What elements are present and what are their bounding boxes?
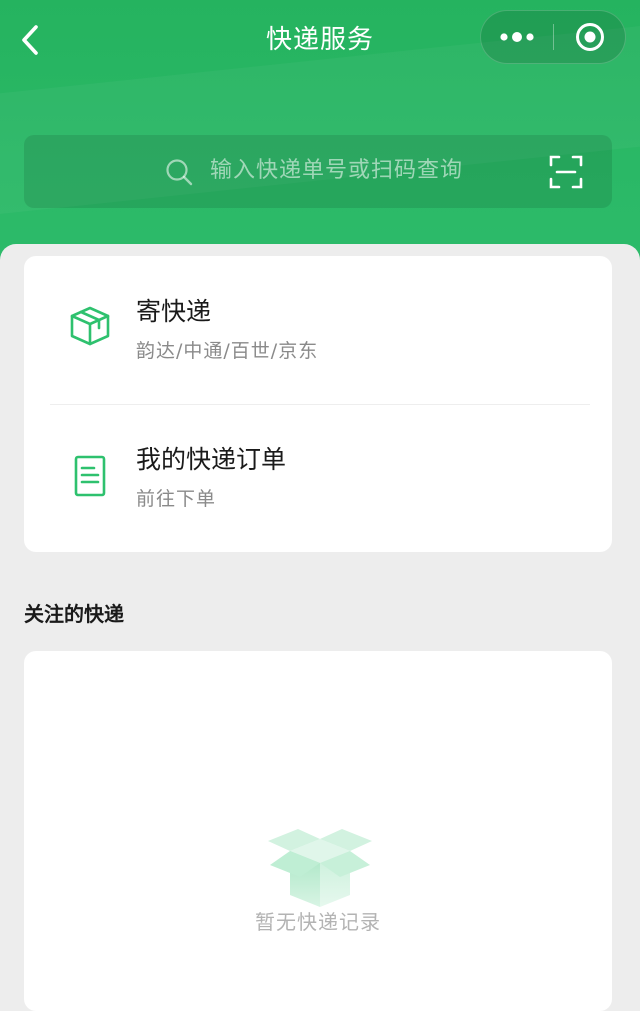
close-mini-program-button[interactable] bbox=[554, 11, 626, 63]
search-bar[interactable]: 输入快递单号或扫码查询 bbox=[24, 135, 612, 208]
service-card: 寄快递 韵达/中通/百世/京东 我的快递订单 前往下单 bbox=[24, 256, 612, 552]
package-box-icon bbox=[70, 306, 110, 346]
search-placeholder: 输入快递单号或扫码查询 bbox=[210, 158, 464, 183]
mini-program-capsule bbox=[480, 10, 626, 64]
search-icon bbox=[166, 159, 193, 186]
item-subtitle: 前往下单 bbox=[136, 488, 217, 510]
empty-box-icon bbox=[268, 829, 372, 907]
header-banner: 快递服务 输入快递单号或扫码查询 bbox=[0, 0, 640, 262]
scan-button[interactable] bbox=[548, 154, 584, 190]
more-button[interactable] bbox=[481, 11, 553, 63]
send-express-item[interactable]: 寄快递 韵达/中通/百世/京东 bbox=[24, 256, 612, 404]
item-title: 寄快递 bbox=[136, 297, 212, 326]
empty-state-text: 暂无快递记录 bbox=[255, 910, 381, 934]
item-subtitle: 韵达/中通/百世/京东 bbox=[136, 340, 319, 362]
document-list-icon bbox=[74, 455, 106, 497]
section-title: 关注的快递 bbox=[24, 602, 124, 626]
scan-icon bbox=[549, 155, 583, 189]
target-close-icon bbox=[576, 23, 604, 51]
tracked-express-card: 暂无快递记录 bbox=[24, 651, 612, 1011]
more-dots-icon bbox=[500, 32, 534, 42]
item-title: 我的快递订单 bbox=[136, 445, 287, 474]
my-orders-item[interactable]: 我的快递订单 前往下单 bbox=[24, 404, 612, 552]
